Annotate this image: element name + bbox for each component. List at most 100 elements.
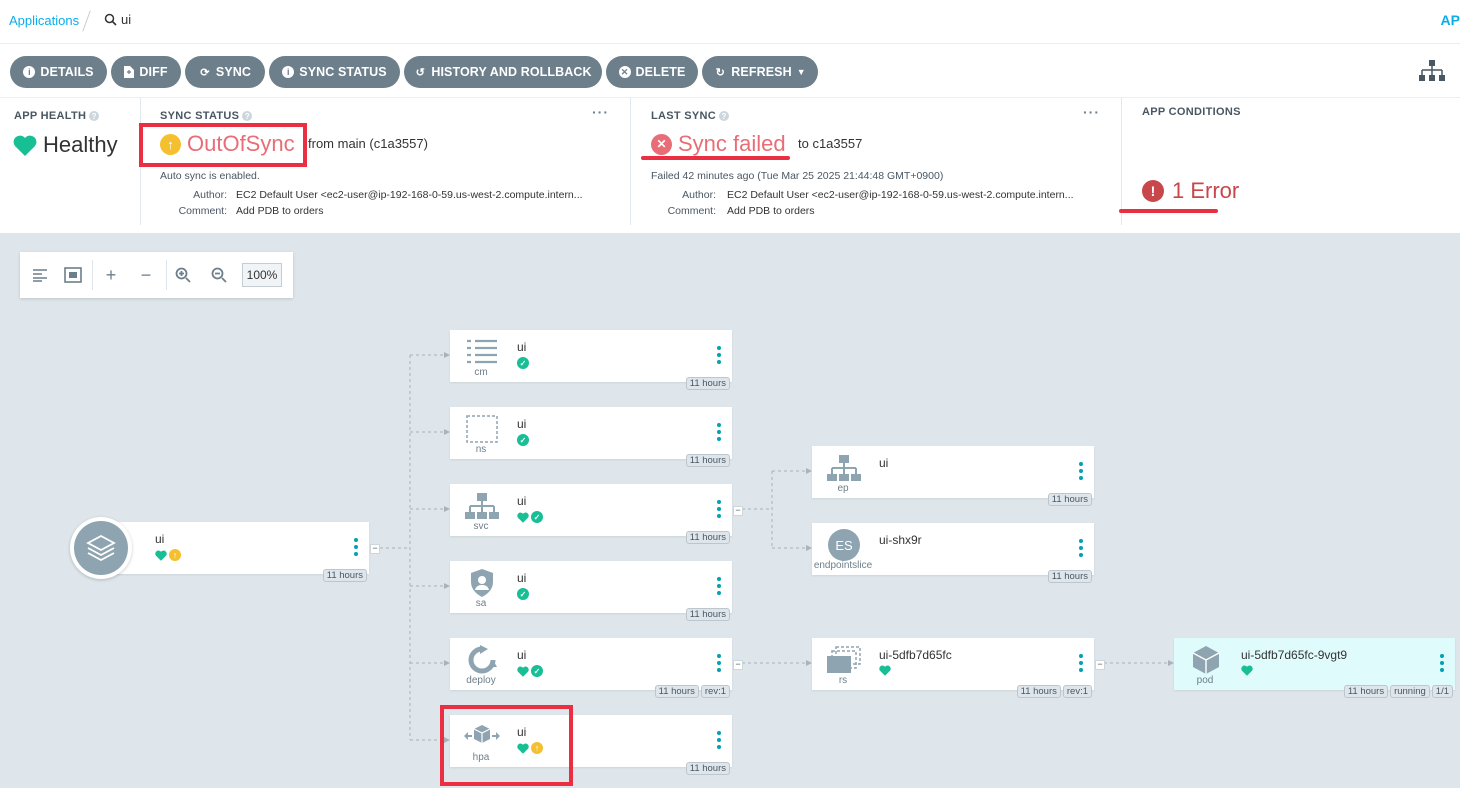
history-rollback-button-label: HISTORY AND ROLLBACK	[431, 65, 592, 79]
node-status: ✓	[517, 665, 543, 677]
caret-down-icon: ▼	[796, 67, 806, 77]
node-status: ✓	[517, 434, 529, 446]
author-label: Author:	[193, 189, 227, 201]
node-tags: 11 hours	[685, 454, 730, 467]
node-menu-icon[interactable]	[717, 654, 721, 672]
age-tag: 11 hours	[1016, 685, 1061, 698]
sync-status-button-label: SYNC STATUS	[299, 65, 387, 79]
top-right-label[interactable]: AP	[1441, 12, 1460, 28]
history-icon: ↺	[415, 66, 425, 79]
diff-button[interactable]: DIFF	[111, 56, 181, 88]
endpoints-node[interactable]: ep ui 11 hours	[812, 446, 1094, 506]
help-icon[interactable]: ?	[242, 111, 253, 121]
node-menu-icon[interactable]	[354, 538, 358, 556]
refresh-button-label: REFRESH	[731, 65, 792, 79]
configmap-node[interactable]: cm ui ✓ 11 hours	[450, 330, 732, 390]
pod-node[interactable]: pod ui-5dfb7d65fc-9vgt9 11 hours running…	[1174, 638, 1455, 698]
app-health-value: Healthy	[13, 132, 118, 158]
node-tags: 11 hours	[1047, 493, 1092, 506]
last-sync-author: EC2 Default User <ec2-user@ip-192-168-0-…	[727, 189, 1074, 201]
endpointslice-node[interactable]: ES endpointslice ui-shx9r 11 hours	[812, 523, 1094, 583]
node-name: ui	[517, 340, 527, 354]
node-menu-icon[interactable]	[717, 500, 721, 518]
node-menu-icon[interactable]	[717, 346, 721, 364]
node-tags: 11 hours	[322, 569, 367, 582]
node-kind: svc	[473, 521, 489, 532]
sync-status-button[interactable]: i SYNC STATUS	[269, 56, 400, 88]
es-badge-icon: ES	[826, 529, 862, 561]
last-sync-comment: Add PDB to orders	[727, 205, 815, 217]
list-icon	[464, 336, 500, 368]
collapse-toggle[interactable]: −	[1095, 660, 1105, 670]
node-menu-icon[interactable]	[717, 423, 721, 441]
top-breadcrumb-bar: Applications ui AP	[0, 0, 1460, 44]
sync-status-from: from main (c1a3557)	[308, 136, 428, 151]
age-tag: 11 hours	[1343, 685, 1389, 698]
node-menu-icon[interactable]	[1079, 539, 1083, 557]
replicaset-node[interactable]: rs ui-5dfb7d65fc − 11 hours rev:1	[812, 638, 1105, 698]
synced-check-icon: ✓	[531, 665, 543, 677]
details-button[interactable]: i DETAILS	[10, 56, 107, 88]
delete-button[interactable]: ✕ DELETE	[606, 56, 698, 88]
comment-label: Comment:	[178, 205, 227, 217]
node-menu-icon[interactable]	[1079, 462, 1083, 480]
collapse-toggle[interactable]: −	[733, 506, 743, 516]
breadcrumb-search-text: ui	[121, 12, 132, 27]
app-node[interactable]: ui ↑ − 11 hours	[101, 522, 380, 582]
tree-view-icon[interactable]	[1418, 60, 1446, 82]
cube-icon	[1188, 644, 1224, 676]
breadcrumb-search[interactable]: ui	[104, 12, 131, 27]
node-name: ui-5dfb7d65fc	[879, 648, 952, 662]
node-kind: ep	[837, 483, 849, 494]
shield-user-icon	[464, 567, 500, 599]
breadcrumb-applications-link[interactable]: Applications	[9, 13, 79, 28]
age-tag: 11 hours	[685, 531, 730, 544]
sync-status-more-icon[interactable]: ···	[592, 104, 609, 120]
node-name: ui	[155, 532, 165, 546]
last-sync-more-icon[interactable]: ···	[1083, 104, 1100, 120]
revision-tag: rev:1	[700, 685, 730, 698]
app-icon	[70, 517, 132, 579]
deployment-node[interactable]: deploy ui ✓ − 11 hours rev:1	[450, 638, 743, 698]
help-icon[interactable]: ?	[89, 111, 100, 121]
search-icon	[104, 13, 117, 26]
sync-button-label: SYNC	[215, 65, 252, 79]
error-icon: !	[1142, 180, 1164, 202]
out-of-sync-icon: ↑	[169, 549, 181, 561]
healthy-heart-icon	[1241, 665, 1253, 676]
node-tags: 11 hours rev:1	[654, 685, 730, 698]
es-badge: ES	[828, 529, 860, 561]
node-kind: endpointslice	[813, 560, 873, 571]
healthy-heart-icon	[155, 550, 167, 561]
node-menu-icon[interactable]	[1440, 654, 1444, 672]
node-name: ui	[517, 648, 527, 662]
node-status: ↑	[155, 549, 181, 561]
annotation-highlight	[139, 123, 307, 167]
node-tags: 11 hours	[685, 762, 730, 775]
last-sync-text: Sync failed	[678, 131, 786, 156]
serviceaccount-node[interactable]: sa ui ✓ 11 hours	[450, 561, 732, 621]
history-rollback-button[interactable]: ↺ HISTORY AND ROLLBACK	[404, 56, 602, 88]
sync-status-title: SYNC STATUS ?	[160, 110, 253, 122]
delete-icon: ✕	[618, 66, 631, 78]
diff-button-label: DIFF	[139, 65, 168, 79]
namespace-node[interactable]: ns ui ✓ 11 hours	[450, 407, 732, 467]
node-menu-icon[interactable]	[717, 731, 721, 749]
refresh-button[interactable]: ↻ REFRESH ▼	[702, 56, 818, 88]
failed-icon: ✕	[651, 133, 672, 155]
app-health-title: APP HEALTH ?	[14, 110, 100, 122]
app-conditions-title: APP CONDITIONS	[1142, 106, 1241, 118]
node-kind: sa	[475, 598, 487, 609]
collapse-toggle[interactable]: −	[733, 660, 743, 670]
synced-check-icon: ✓	[517, 434, 529, 446]
healthy-heart-icon	[517, 666, 529, 677]
node-menu-icon[interactable]	[1079, 654, 1083, 672]
resource-tree-canvas[interactable]: + − 100% ui ↑ − 11 hours cm ui ✓ 11 hour…	[0, 234, 1460, 788]
app-conditions-value[interactable]: ! 1 Error	[1142, 178, 1239, 204]
collapse-toggle[interactable]: −	[370, 544, 380, 554]
sync-button[interactable]: ⟳ SYNC	[185, 56, 265, 88]
service-node[interactable]: svc ui ✓ − 11 hours	[450, 484, 743, 544]
help-icon[interactable]: ?	[719, 111, 730, 121]
node-menu-icon[interactable]	[717, 577, 721, 595]
node-name: ui	[879, 456, 889, 470]
